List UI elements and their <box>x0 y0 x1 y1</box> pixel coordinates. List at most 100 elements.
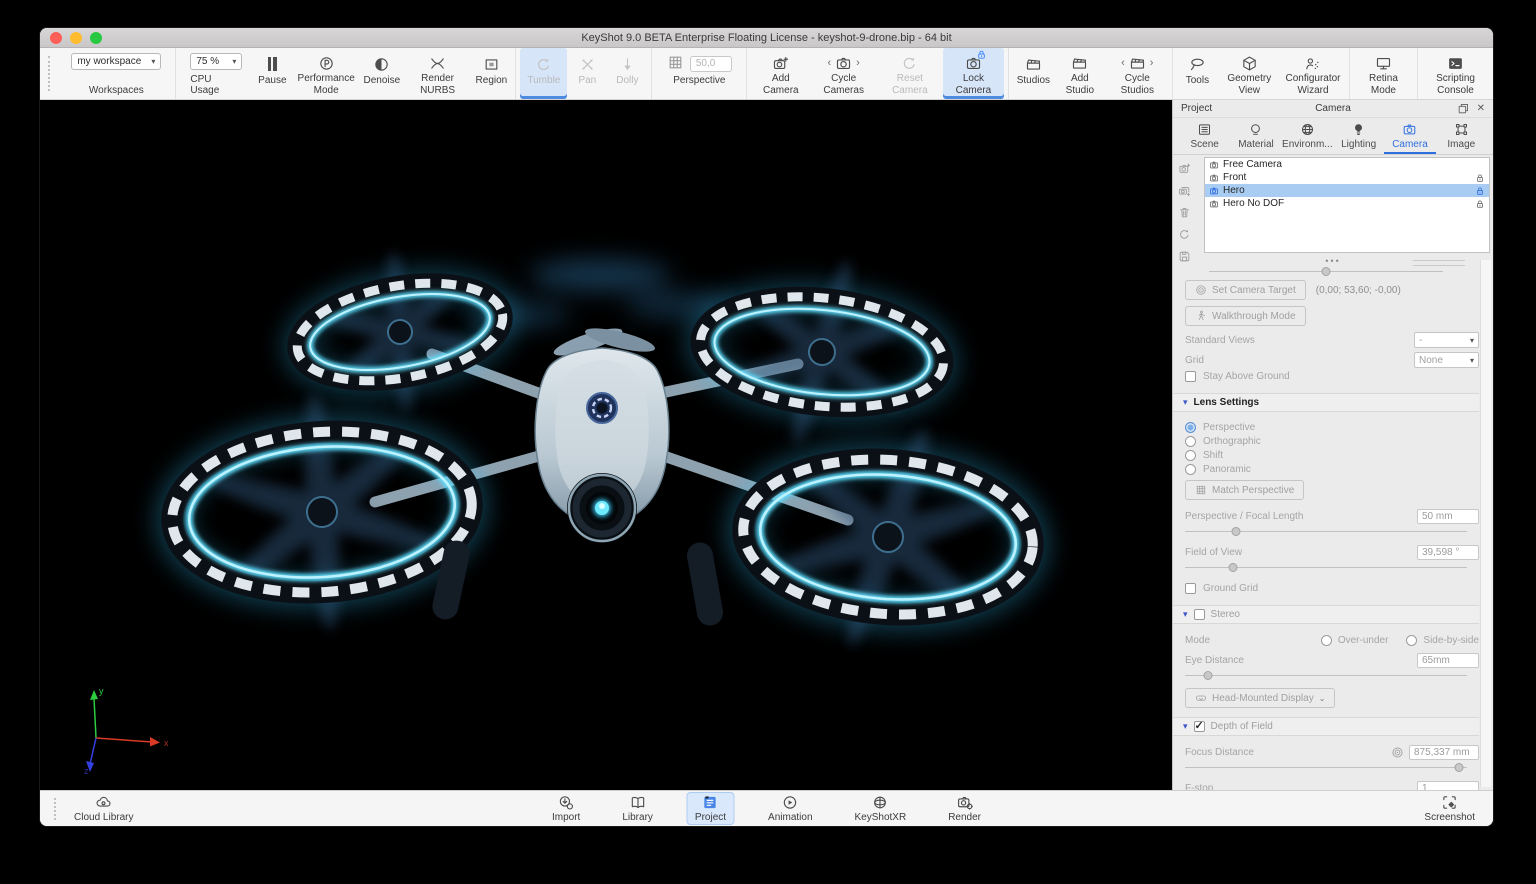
standard-views-dropdown[interactable]: - <box>1414 332 1479 348</box>
tab-material[interactable]: Material <box>1230 118 1281 154</box>
pause-button[interactable]: Pause <box>252 48 292 99</box>
side-by-side-radio[interactable] <box>1406 635 1417 646</box>
tools-button[interactable]: Tools <box>1177 48 1217 99</box>
tab-image[interactable]: Image <box>1436 118 1487 154</box>
pan-button[interactable]: Pan <box>567 48 607 99</box>
focus-distance-slider[interactable] <box>1185 763 1467 772</box>
field-of-view-input[interactable]: 39,598 ° <box>1417 545 1479 560</box>
focus-distance-input[interactable]: 875,337 mm <box>1409 745 1479 760</box>
cpu-usage-dropdown[interactable]: 75 % <box>190 53 242 70</box>
focal-length-input[interactable]: 50 mm <box>1417 509 1479 524</box>
eye-distance-input[interactable]: 65mm <box>1417 653 1479 668</box>
dolly-button[interactable]: Dolly <box>607 48 647 99</box>
bottombar-drag-handle[interactable] <box>54 798 60 820</box>
walkthrough-mode-button[interactable]: Walkthrough Mode <box>1185 306 1306 326</box>
stereo-header[interactable]: Stereo <box>1173 605 1479 624</box>
cycle-studios-button[interactable]: Cycle Studios <box>1106 48 1168 99</box>
tab-scene[interactable]: Scene <box>1179 118 1230 154</box>
add-studio-button[interactable]: Add Studio <box>1054 48 1107 99</box>
keyshotxr-button[interactable]: KeyShotXR <box>847 792 915 825</box>
cycle-studios-icon <box>1121 53 1153 73</box>
panoramic-radio[interactable] <box>1185 464 1196 475</box>
shift-radio[interactable] <box>1185 450 1196 461</box>
perspective-grid-icon <box>667 54 684 75</box>
tab-camera[interactable]: Camera <box>1384 118 1435 154</box>
lock-camera-button[interactable]: Lock Camera <box>943 48 1005 99</box>
camera-target-value: (0,00; 53,60; -0,00) <box>1316 285 1401 296</box>
pick-focus-target-icon[interactable] <box>1391 746 1404 759</box>
region-button[interactable]: Region <box>471 48 511 99</box>
perspective-radio[interactable] <box>1185 422 1196 433</box>
camera-row-hero[interactable]: Hero <box>1205 184 1489 197</box>
stereo-checkbox[interactable] <box>1194 609 1205 620</box>
camera-row-free-camera[interactable]: Free Camera <box>1205 158 1489 171</box>
focal-length-slider[interactable] <box>1185 527 1467 536</box>
orthographic-radio[interactable] <box>1185 436 1196 447</box>
configurator-wizard-button[interactable]: Configurator Wizard <box>1281 48 1345 99</box>
tab-lighting[interactable]: Lighting <box>1333 118 1384 154</box>
reset-camera-list-icon[interactable] <box>1178 228 1191 241</box>
camera-row-front[interactable]: Front <box>1205 171 1489 184</box>
render-nurbs-button[interactable]: Render NURBS <box>404 48 472 99</box>
ground-grid-checkbox[interactable] <box>1185 583 1196 594</box>
chevron-down-icon <box>146 56 155 67</box>
slider-thumb[interactable] <box>1454 763 1463 772</box>
geometry-view-button[interactable]: Geometry View <box>1217 48 1281 99</box>
toolbar-drag-handle[interactable] <box>48 56 53 91</box>
depth-of-field-checkbox[interactable] <box>1194 721 1205 732</box>
tools-icon <box>1189 53 1206 75</box>
camera-row-hero-no-dof[interactable]: Hero No DOF <box>1205 197 1489 210</box>
lens-settings-header[interactable]: Lens Settings <box>1173 393 1479 412</box>
retina-mode-button[interactable]: Retina Mode <box>1354 48 1413 99</box>
cpu-usage-label: CPU Usage <box>190 74 242 96</box>
eye-distance-label: Eye Distance <box>1185 655 1244 666</box>
slider-thumb[interactable] <box>1231 527 1240 536</box>
camera-distance-slider[interactable] <box>1209 267 1443 276</box>
configurator-wizard-icon <box>1304 53 1321 73</box>
tab-environment[interactable]: Environm... <box>1282 118 1333 154</box>
slider-thumb[interactable] <box>1228 563 1237 572</box>
over-under-radio[interactable] <box>1321 635 1332 646</box>
render-button[interactable]: Render <box>940 792 989 825</box>
project-button[interactable]: Project <box>687 792 734 825</box>
studios-button[interactable]: Studios <box>1013 48 1053 99</box>
depth-of-field-header[interactable]: Depth of Field <box>1173 717 1479 736</box>
animation-button[interactable]: Animation <box>760 792 820 825</box>
workspace-dropdown[interactable]: my workspace <box>71 53 161 70</box>
drone-render <box>40 100 1172 790</box>
screenshot-icon <box>1441 794 1458 811</box>
cycle-cameras-button[interactable]: Cycle Cameras <box>810 48 877 99</box>
add-camera-button[interactable]: Add Camera <box>751 48 810 99</box>
render-viewport[interactable]: y x z <box>40 100 1172 790</box>
camera-icon <box>1209 160 1219 170</box>
head-mounted-display-button[interactable]: Head-Mounted Display ⌄ <box>1185 688 1335 708</box>
add-camera-list-icon[interactable] <box>1178 162 1191 175</box>
tumble-button[interactable]: Tumble <box>520 48 567 99</box>
project-icon <box>702 794 719 811</box>
set-camera-target-button[interactable]: Set Camera Target <box>1185 280 1306 300</box>
chevron-down-icon <box>227 56 236 67</box>
field-of-view-slider[interactable] <box>1185 563 1467 572</box>
delete-camera-icon[interactable] <box>1178 206 1191 219</box>
import-button[interactable]: Import <box>544 792 588 825</box>
f-stop-input[interactable]: 1 <box>1417 781 1479 791</box>
perspective-value-input[interactable]: 50,0 <box>690 56 732 72</box>
performance-mode-button[interactable]: Performance Mode <box>292 48 360 99</box>
project-panel: Project Camera Scene Material <box>1172 100 1493 790</box>
stay-above-ground-checkbox[interactable] <box>1185 371 1196 382</box>
list-resize-lines <box>1413 260 1465 261</box>
cloud-library-button[interactable]: Cloud Library <box>66 792 141 825</box>
reset-camera-icon <box>901 53 918 73</box>
duplicate-camera-icon[interactable] <box>1178 184 1191 197</box>
eye-distance-slider[interactable] <box>1185 671 1467 680</box>
scripting-console-button[interactable]: Scripting Console <box>1422 48 1489 99</box>
slider-thumb[interactable] <box>1203 671 1212 680</box>
denoise-button[interactable]: Denoise <box>360 48 404 99</box>
slider-thumb[interactable] <box>1322 267 1331 276</box>
screenshot-button[interactable]: Screenshot <box>1416 792 1483 825</box>
match-perspective-button[interactable]: Match Perspective <box>1185 480 1304 500</box>
library-button[interactable]: Library <box>614 792 661 825</box>
grid-dropdown[interactable]: None <box>1414 352 1479 368</box>
reset-camera-button[interactable]: Reset Camera <box>877 48 943 99</box>
panel-scrollbar[interactable] <box>1480 260 1491 787</box>
